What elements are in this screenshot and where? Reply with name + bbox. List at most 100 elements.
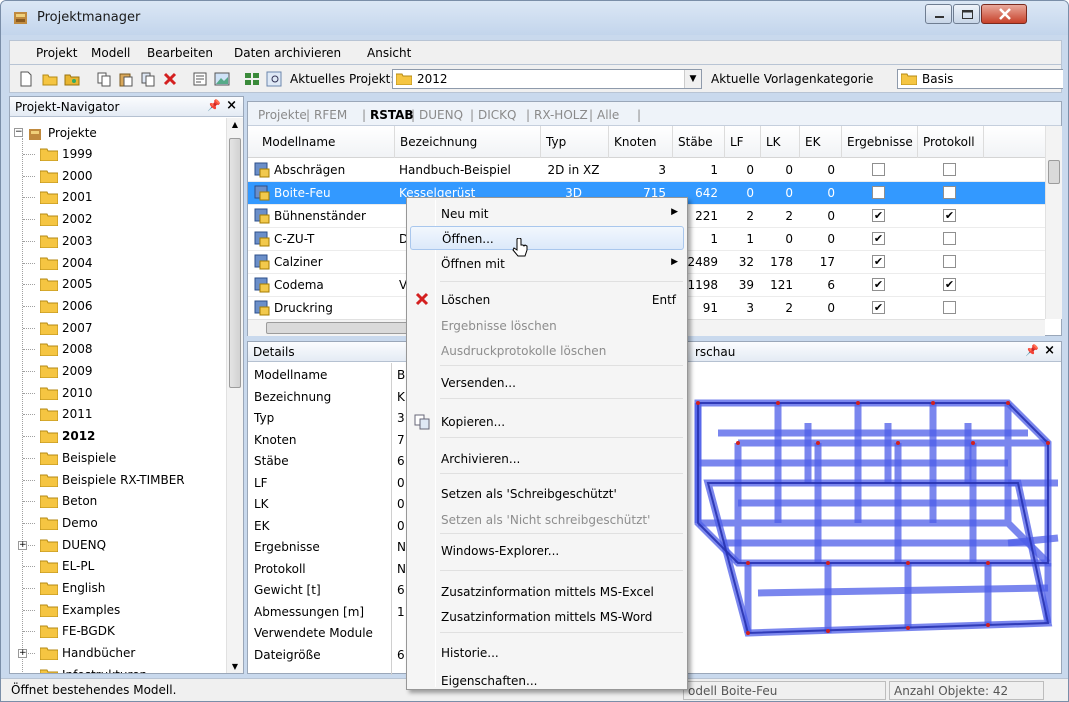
tab-projekte[interactable]: Projekte	[258, 108, 307, 122]
menu-item[interactable]: Setzen als 'Schreibgeschützt'	[410, 482, 684, 506]
collapse-icon[interactable]: −	[14, 128, 23, 137]
column-header[interactable]: Modellname	[262, 135, 335, 149]
menu-item[interactable]: Zusatzinformation mittels MS-Excel	[410, 580, 684, 604]
column-header[interactable]: Bezeichnung	[400, 135, 477, 149]
menu-item[interactable]: Archivieren...	[410, 447, 684, 471]
maximize-button[interactable]	[953, 4, 980, 24]
tree-item[interactable]: FE-BGDK	[39, 622, 227, 642]
column-header[interactable]: EK	[805, 135, 820, 149]
minimize-button[interactable]	[925, 4, 952, 24]
tree-item[interactable]: Examples	[39, 601, 227, 621]
tree-item[interactable]: English	[39, 579, 227, 599]
tree-item[interactable]: 2002	[39, 210, 227, 230]
tree-item[interactable]: 2000	[39, 167, 227, 187]
menu-item[interactable]: Ausdruckprotokolle löschen	[410, 339, 684, 363]
menu-item[interactable]: Zusatzinformation mittels MS-Word	[410, 605, 684, 629]
tree-item[interactable]: Infostrukturen	[39, 666, 227, 673]
new-file-icon[interactable]	[18, 71, 34, 87]
column-header[interactable]: Protokoll	[923, 135, 975, 149]
menu-item[interactable]: Öffnen...	[410, 226, 684, 250]
menu-item[interactable]: Kopieren...	[410, 410, 684, 434]
expand-icon[interactable]: +	[18, 649, 27, 659]
column-separator[interactable]	[983, 126, 984, 158]
column-separator[interactable]	[799, 126, 800, 158]
column-separator[interactable]	[724, 126, 725, 158]
tree-item[interactable]: + Handbücher	[18, 644, 227, 664]
protocol-checkbox[interactable]: ✔	[943, 209, 956, 222]
results-checkbox[interactable]: ✔	[872, 209, 885, 222]
column-header[interactable]: Typ	[546, 135, 566, 149]
tree-item[interactable]: EL-PL	[39, 557, 227, 577]
protocol-checkbox[interactable]	[943, 163, 956, 176]
column-separator[interactable]	[672, 126, 673, 158]
results-checkbox[interactable]: ✔	[872, 278, 885, 291]
tab-alle[interactable]: Alle	[597, 108, 619, 122]
close-icon[interactable]: ×	[1044, 343, 1055, 358]
preview-icon[interactable]	[266, 71, 282, 87]
current-project-dropdown[interactable]: 2012 ▼	[392, 69, 702, 89]
column-header[interactable]: Knoten	[614, 135, 657, 149]
tree-item[interactable]: Beispiele	[39, 449, 227, 469]
tree-item[interactable]: 2007	[39, 319, 227, 339]
tab-rfem[interactable]: RFEM	[314, 108, 347, 122]
tree-item[interactable]: 2006	[39, 297, 227, 317]
column-header[interactable]: LF	[730, 135, 744, 149]
menu-modell[interactable]: Modell	[91, 46, 130, 60]
menu-item[interactable]: Ergebnisse löschen	[410, 314, 684, 338]
protocol-checkbox[interactable]	[943, 255, 956, 268]
scroll-down-icon[interactable]: ▼	[227, 662, 243, 671]
tree-item[interactable]: 2004	[39, 254, 227, 274]
menu-item[interactable]: Setzen als 'Nicht schreibgeschützt'	[410, 508, 684, 532]
results-checkbox[interactable]	[872, 186, 885, 199]
tree-item[interactable]: 2008	[39, 340, 227, 360]
column-header[interactable]: LK	[766, 135, 781, 149]
column-separator[interactable]	[760, 126, 761, 158]
tab-rx-holz[interactable]: RX-HOLZ	[534, 108, 588, 122]
tab-rstab[interactable]: RSTAB	[370, 108, 414, 122]
pin-icon[interactable]: 📌	[207, 99, 221, 112]
tree-item[interactable]: 1999	[39, 145, 227, 165]
menu-item[interactable]: Neu mit ▶	[410, 202, 684, 226]
chevron-down-icon[interactable]: ▼	[684, 70, 701, 88]
tree-item[interactable]: 2010	[39, 384, 227, 404]
title-bar[interactable]: Projektmanager	[1, 1, 1068, 35]
menu-item[interactable]: Öffnen mit ▶	[410, 252, 684, 276]
column-separator[interactable]	[394, 126, 395, 158]
template-category-dropdown[interactable]: Basis	[897, 69, 1063, 89]
tree-item[interactable]: Beispiele RX-TIMBER	[39, 471, 227, 491]
tab-dickq[interactable]: DICKQ	[478, 108, 516, 122]
protocol-checkbox[interactable]	[943, 186, 956, 199]
scroll-up-icon[interactable]: ▲	[227, 120, 243, 129]
protocol-checkbox[interactable]: ✔	[943, 278, 956, 291]
column-header[interactable]: Stäbe	[678, 135, 713, 149]
menu-item[interactable]: Eigenschaften...	[410, 669, 684, 693]
tree-item[interactable]: 2011	[39, 405, 227, 425]
table-vertical-scrollbar[interactable]	[1045, 126, 1062, 319]
tree-item[interactable]: 2001	[39, 188, 227, 208]
tree-item[interactable]: 2003	[39, 232, 227, 252]
close-icon[interactable]: ×	[226, 98, 237, 113]
tree-item[interactable]: Beton	[39, 492, 227, 512]
expand-icon[interactable]: +	[18, 540, 27, 550]
menu-projekt[interactable]: Projekt	[36, 46, 77, 60]
menu-item[interactable]: Historie...	[410, 641, 684, 665]
scroll-thumb[interactable]	[229, 138, 241, 388]
copy-icon[interactable]	[96, 71, 112, 87]
table-row[interactable]: Abschrägen Handbuch-Beispiel 2D in XZ 3 1 0 0 0	[248, 159, 1045, 182]
tab-duenq[interactable]: DUENQ	[419, 108, 463, 122]
column-separator[interactable]	[540, 126, 541, 158]
properties-icon[interactable]	[192, 71, 208, 87]
close-button[interactable]	[981, 4, 1027, 24]
pin-icon[interactable]: 📌	[1025, 344, 1039, 357]
scroll-thumb[interactable]	[266, 322, 416, 334]
menu-ansicht[interactable]: Ansicht	[367, 46, 411, 60]
results-checkbox[interactable]: ✔	[872, 255, 885, 268]
menu-daten-archivieren[interactable]: Daten archivieren	[234, 46, 341, 60]
column-header[interactable]: Ergebnisse	[847, 135, 913, 149]
scroll-thumb[interactable]	[1048, 160, 1060, 184]
menu-bearbeiten[interactable]: Bearbeiten	[147, 46, 213, 60]
tree-item[interactable]: 2005	[39, 275, 227, 295]
column-separator[interactable]	[917, 126, 918, 158]
column-separator[interactable]	[608, 126, 609, 158]
open-folder-alt-icon[interactable]	[64, 71, 80, 87]
